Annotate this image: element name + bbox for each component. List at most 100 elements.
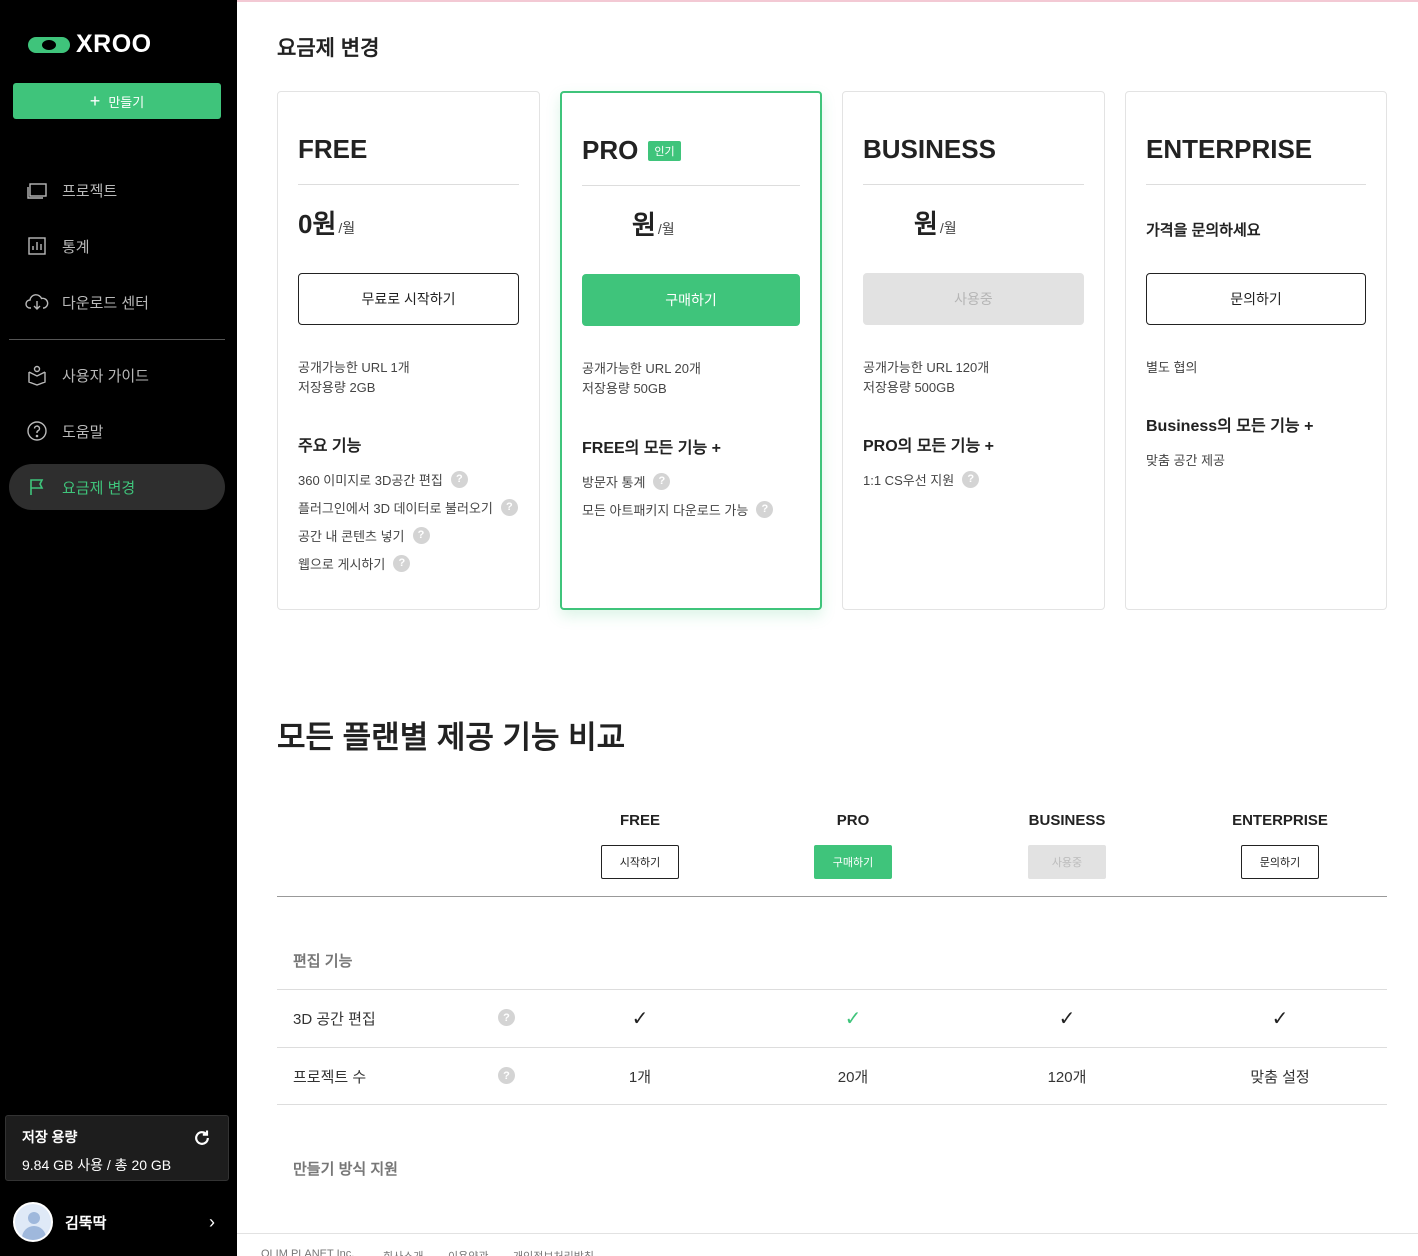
sidebar-item-help[interactable]: 도움말 [9,408,225,454]
price-inquiry-text: 가격을 문의하세요 [1146,222,1261,239]
row-label: 3D 공간 편집 [293,1011,376,1028]
feature-label: 방문자 통계 [582,474,646,490]
feature-list: 방문자 통계? 모든 아트패키지 다운로드 가능? [582,467,774,523]
card-divider [863,184,1084,185]
feature-item: 플러그인에서 3D 데이터로 불러오기? [298,493,518,521]
limit-item: 별도 협의 [1146,360,1198,375]
footer-link-privacy[interactable]: 개인정보처리방침 [513,1248,594,1256]
row-divider [277,1104,1387,1105]
storage-panel: 저장 용량 9.84 GB 사용 / 총 20 GB [5,1115,229,1181]
row-divider [277,989,1387,990]
create-button-label: 만들기 [108,94,145,110]
plan-limits: 공개가능한 URL 1개 저장용량 2GB [298,358,410,398]
in-use-button[interactable]: 사용중 [863,273,1084,325]
feature-label: 360 이미지로 3D공간 편집 [298,472,443,488]
user-name: 김뚝딱 [65,1214,107,1232]
price-value: 원 [914,209,938,239]
storage-title: 저장 용량 [22,1129,78,1145]
price-period: /월 [657,221,675,237]
column-name: ENTERPRISE [1232,812,1328,829]
check-icon: ✓ [1058,1008,1076,1030]
question-icon[interactable]: ? [756,500,774,518]
features-title: Business의 모든 기능 + [1146,418,1314,435]
brand-name: XROO [76,30,152,58]
question-icon[interactable]: ? [653,472,671,490]
in-use-button[interactable]: 사용중 [1028,845,1106,879]
question-icon[interactable]: ? [412,526,430,544]
sidebar-item-projects[interactable]: 프로젝트 [9,167,225,213]
plan-card-pro: PRO 인기 원/월 구매하기 공개가능한 URL 20개 저장용량 50GB … [560,91,822,610]
user-profile[interactable]: 김뚝딱 › [0,1196,237,1248]
table-cell: 120개 [1047,1069,1087,1086]
row-divider [277,1047,1387,1048]
start-free-button[interactable]: 무료로 시작하기 [298,273,519,325]
column-name: BUSINESS [1028,812,1106,829]
feature-item: 모든 아트패키지 다운로드 가능? [582,495,774,523]
compare-column-pro: PRO 구매하기 [773,812,933,879]
purchase-button[interactable]: 구매하기 [814,845,892,879]
help-circle-icon [27,421,47,441]
bar-chart-icon [28,237,46,255]
storage-usage: 9.84 GB 사용 / 총 20 GB [22,1157,172,1173]
compare-title: 모든 플랜별 제공 기능 비교 [277,720,626,755]
refresh-icon[interactable] [192,1128,212,1148]
sidebar-item-label: 사용자 가이드 [62,367,149,385]
footer-link-terms[interactable]: 이용약관 [448,1248,488,1256]
plan-price: 원/월 [632,205,675,242]
feature-item: 방문자 통계? [582,467,773,495]
question-icon[interactable]: ? [393,554,411,572]
card-divider [582,185,800,186]
limit-item: 공개가능한 URL 120개 [863,360,990,375]
plan-card-enterprise: ENTERPRISE 가격을 문의하세요 문의하기 별도 협의 Business… [1125,91,1387,610]
plan-name-text: FREE [298,134,368,164]
plan-card-business: BUSINESS 원/월 사용중 공개가능한 URL 120개 저장용량 500… [842,91,1105,610]
question-icon[interactable]: ? [500,498,518,516]
plan-limits: 공개가능한 URL 20개 저장용량 50GB [582,359,701,399]
question-icon[interactable]: ? [962,470,980,488]
contact-button[interactable]: 문의하기 [1241,845,1319,879]
plan-limits: 공개가능한 URL 120개 저장용량 500GB [863,358,989,398]
plan-price: 0원/월 [298,204,355,241]
feature-item: 공간 내 콘텐츠 넣기? [298,521,518,549]
sidebar-item-label: 프로젝트 [62,182,118,200]
popular-badge: 인기 [648,140,681,161]
footer-link-about[interactable]: 회사소개 [383,1248,423,1256]
check-icon: ✓ [631,1008,649,1030]
row-label: 프로젝트 수 [293,1069,367,1086]
page-title: 요금제 변경 [277,37,380,60]
sidebar-item-user-guide[interactable]: 사용자 가이드 [9,352,225,398]
price-period: /월 [939,220,957,236]
column-name: FREE [619,812,660,829]
table-cell: 1개 [628,1069,652,1086]
feature-label: 플러그인에서 3D 데이터로 불러오기 [298,500,493,516]
sidebar-item-stats[interactable]: 통계 [9,223,225,269]
features-title: 주요 기능 [298,438,362,455]
features-title: PRO의 모든 기능 + [863,438,994,455]
check-icon: ✓ [844,1008,862,1030]
sidebar-item-download-center[interactable]: 다운로드 센터 [9,279,225,325]
purchase-button[interactable]: 구매하기 [582,274,800,326]
compare-column-enterprise: ENTERPRISE 문의하기 [1200,812,1360,879]
price-period: /월 [338,220,356,236]
question-icon[interactable]: ? [450,470,468,488]
feature-list: 1:1 CS우선 지원? [863,465,980,493]
card-divider [1146,184,1366,185]
question-icon[interactable]: ? [498,1009,515,1026]
card-divider [298,184,519,185]
question-icon[interactable]: ? [498,1067,515,1084]
sidebar-item-change-plan[interactable]: 요금제 변경 [9,464,225,510]
create-button[interactable]: + 만들기 [13,83,221,119]
limit-item: 저장용량 2GB [298,380,376,395]
plan-name: FREE [298,134,367,165]
contact-button[interactable]: 문의하기 [1146,273,1366,325]
brand-logo[interactable]: XROO [28,30,152,59]
sidebar-divider [9,339,225,340]
sidebar-item-label: 다운로드 센터 [62,294,149,312]
feature-item: 360 이미지로 3D공간 편집? [298,465,518,493]
start-button[interactable]: 시작하기 [601,845,679,879]
feature-item: 웹으로 게시하기? [298,549,518,577]
xroo-logo-icon [28,36,70,53]
sidebar-item-label: 도움말 [62,423,104,441]
avatar [13,1202,53,1242]
features-title: FREE의 모든 기능 + [582,440,721,457]
